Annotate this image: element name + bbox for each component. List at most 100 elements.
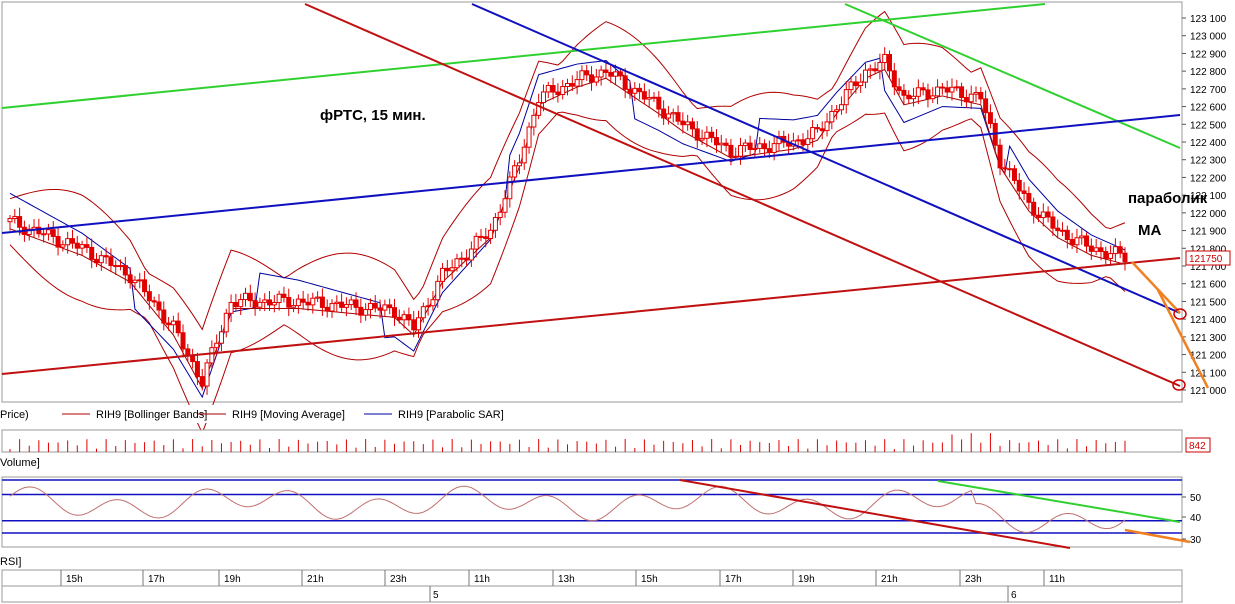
candle-down [680,120,686,126]
candle-up [795,139,801,142]
candle-down [637,87,643,93]
candle-down [1122,252,1128,263]
candle-up [973,91,979,95]
candle-down [372,302,378,309]
candle-down [122,265,128,276]
time-label: 11h [474,574,490,585]
candle-up [858,81,864,87]
candle-down [94,258,100,264]
candle-up [238,299,244,308]
candle-up [613,71,619,77]
candle-up [435,280,441,301]
candle-down [1031,201,1037,216]
candle-up [540,91,546,104]
candle-down [324,306,330,312]
candle-up [209,347,215,364]
candle-up [560,86,566,95]
candle-up [310,297,316,306]
day-label: 6 [1011,590,1017,601]
candle-up [718,142,724,146]
rsi-axis: 50 40 30 [1182,493,1202,546]
last-price-value: 121750 [1189,254,1223,265]
candle-up [877,62,883,72]
candle-up [329,303,335,312]
candle-up [276,293,282,304]
candle-down [723,142,729,146]
candle-down [1050,216,1056,229]
candle-up [502,198,508,213]
candle-down [589,74,595,83]
candle-down [622,75,628,90]
candle-up [228,301,234,314]
rsi-tick-label: 40 [1190,513,1202,524]
candle-down [146,291,152,302]
candle-up [401,314,407,321]
candle-down [891,70,897,88]
candle-down [603,69,609,73]
candle-down [1064,229,1070,241]
price-tick-label: 123 100 [1190,14,1227,25]
candle-up [204,362,210,387]
candle-up [771,143,777,154]
parabolic-annotation: параболик [1128,190,1208,207]
candle-up [911,95,917,100]
candle-down [608,71,614,77]
price-tick-label: 121 600 [1190,280,1227,291]
candle-up [473,235,479,250]
candle-down [987,112,993,124]
candle-down [925,89,931,100]
volume-label: Volume] [0,457,40,469]
candle-up [118,265,124,268]
candle-down [156,301,162,311]
candle-up [449,267,455,272]
candle-up [632,87,638,94]
candle-down [391,307,397,318]
candle-up [930,95,936,100]
candle-up [968,93,974,103]
time-label: 11h [1049,574,1065,585]
rsi-label: RSI] [0,556,21,568]
candle-down [641,91,647,100]
candle-up [738,145,744,157]
candle-up [565,83,570,88]
candle-down [939,86,945,89]
candle-up [416,317,422,331]
price-tick-label: 122 800 [1190,67,1227,78]
candle-down [944,87,950,93]
candle-up [1074,237,1080,246]
candle-up [1040,211,1046,219]
candle-up [132,279,138,284]
candle-down [1045,211,1051,218]
price-tick-label: 121 200 [1190,351,1227,362]
candle-down [819,128,825,132]
candle-down [339,301,345,308]
candle-down [1021,190,1027,194]
legend-price: Price) [0,409,29,421]
candle-down [483,236,489,239]
candle-down [689,121,695,130]
candle-down [142,279,148,293]
candle-up [882,53,888,64]
candle-down [113,265,119,268]
candle-up [1093,247,1099,252]
candle-up [824,121,830,132]
candle-up [516,162,522,167]
time-label: 19h [798,574,815,585]
candle-down [151,300,157,303]
candle-up [214,342,220,349]
candle-up [367,302,373,311]
price-tick-label: 123 000 [1190,32,1227,43]
candle-down [709,131,715,139]
candle-up [598,69,604,78]
candle-up [12,216,18,220]
candle-up [526,126,532,148]
candle-down [800,139,806,145]
candle-up [79,244,85,249]
candle-up [742,142,748,147]
legend-moving-average: RIH9 [Moving Average] [232,409,345,421]
candle-down [978,91,984,100]
price-tick-label: 122 300 [1190,156,1227,167]
candle-down [252,300,258,308]
candle-down [766,148,772,154]
candle-down [901,89,907,96]
